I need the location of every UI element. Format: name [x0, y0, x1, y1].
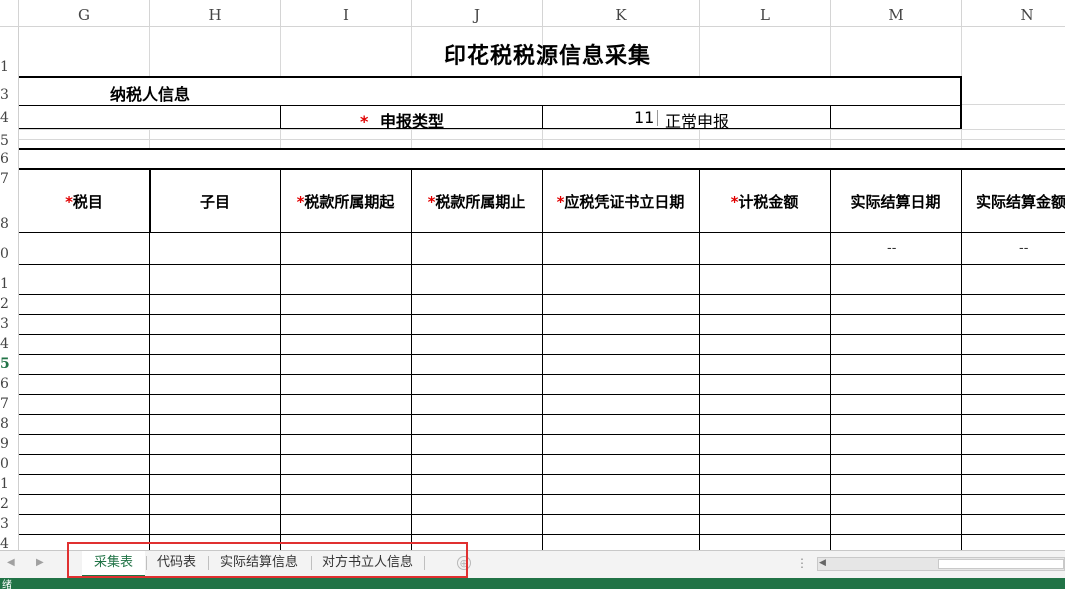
column-header-n[interactable]: N	[962, 0, 1065, 27]
header-settlement-amount: 实际结算金额	[976, 193, 1065, 211]
row-header[interactable]: 6	[0, 377, 9, 391]
header-period-end: *税款所属期止	[427, 193, 526, 211]
column-header-h[interactable]: H	[150, 0, 281, 27]
tab-highlight-box	[67, 542, 468, 578]
column-header-j[interactable]: J	[412, 0, 543, 27]
row-header[interactable]: 0	[0, 247, 9, 261]
row-header[interactable]: 1	[0, 277, 9, 291]
column-header-i[interactable]: I	[281, 0, 412, 27]
declare-type-label: * 申报类型	[360, 112, 444, 131]
row-header[interactable]: 1	[0, 477, 9, 491]
row-header[interactable]: 0	[0, 457, 9, 471]
header-tax-item: *税目	[65, 193, 103, 211]
header-period-start: *税款所属期起	[296, 193, 395, 211]
row-header[interactable]: 4	[0, 111, 9, 125]
row-header[interactable]: 7	[0, 397, 9, 411]
column-header-l[interactable]: L	[700, 0, 831, 27]
column-header-bar: G H I J K L M N	[0, 0, 1065, 27]
row-header[interactable]: 6	[0, 152, 9, 166]
row-header[interactable]: 3	[0, 517, 9, 531]
status-bar: 绪	[0, 578, 1065, 591]
taxpayer-info-label: 纳税人信息	[110, 85, 191, 104]
column-header-m[interactable]: M	[831, 0, 962, 27]
row-header[interactable]: 8	[0, 417, 9, 431]
row-header[interactable]: 3	[0, 317, 9, 331]
settlement-date-placeholder[interactable]: --	[887, 241, 896, 256]
row-header-bar: 1 3 4 5 6 7 8 0 1 2 3 4 5 6 7 8 9 0 1 2 …	[0, 27, 19, 550]
row-header[interactable]: 4	[0, 537, 9, 550]
row-header[interactable]: 3	[0, 88, 9, 102]
header-voucher-date: *应税凭证书立日期	[556, 193, 685, 211]
select-all-corner[interactable]	[0, 0, 19, 27]
spreadsheet-grid[interactable]: 印花税税源信息采集 纳税人信息 * 申报类型 11 正常申报 *税目 子目 *税…	[19, 27, 1065, 550]
header-taxable-amount: *计税金额	[730, 193, 799, 211]
row-header[interactable]: 5	[0, 134, 9, 148]
declare-type-value[interactable]: 正常申报	[665, 108, 729, 132]
next-sheet-icon[interactable]: ▶	[36, 557, 44, 568]
horizontal-scrollbar[interactable]: ◀	[817, 557, 1065, 571]
column-header-g[interactable]: G	[19, 0, 150, 27]
column-header-k[interactable]: K	[543, 0, 700, 27]
required-mark: *	[360, 112, 369, 131]
row-header[interactable]: 8	[0, 217, 9, 231]
prev-sheet-icon[interactable]: ◀	[7, 557, 15, 568]
row-header-active[interactable]: 5	[0, 357, 10, 371]
row-header[interactable]: 4	[0, 337, 9, 351]
row-header[interactable]: 9	[0, 437, 9, 451]
settlement-amount-placeholder[interactable]: --	[1019, 241, 1028, 256]
header-settlement-date: 实际结算日期	[850, 193, 941, 211]
declare-type-code[interactable]: 11	[634, 108, 654, 127]
sheet-title: 印花税税源信息采集	[444, 43, 652, 69]
header-sub-item: 子目	[199, 193, 230, 211]
row-header[interactable]: 2	[0, 297, 9, 311]
row-header[interactable]: 1	[0, 60, 9, 74]
scroll-left-icon[interactable]: ◀	[819, 558, 826, 568]
more-options-icon[interactable]: ⋮	[796, 556, 808, 570]
row-header[interactable]: 2	[0, 497, 9, 511]
row-header[interactable]: 7	[0, 172, 9, 186]
scrollbar-thumb[interactable]	[938, 559, 1064, 569]
